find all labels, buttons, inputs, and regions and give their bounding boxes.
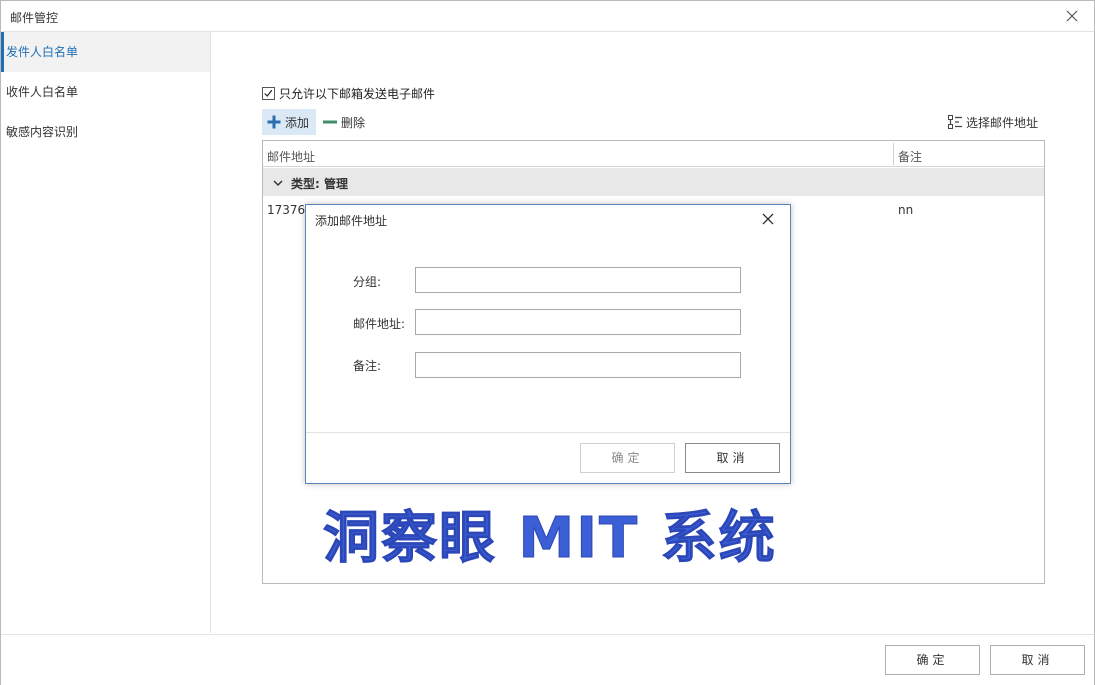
select-email-button[interactable]: 选择邮件地址 <box>947 109 1038 135</box>
sidebar-item-recipient-whitelist[interactable]: 收件人白名单 <box>1 72 210 112</box>
close-icon[interactable] <box>761 212 775 226</box>
group-field[interactable] <box>415 267 741 293</box>
title-bar: 邮件管控 <box>1 1 1094 32</box>
dialog-footer: 确定 取消 <box>306 432 790 483</box>
group-label: 类型: 管理 <box>291 177 348 191</box>
sidebar-item-sender-whitelist[interactable]: 发件人白名单 <box>1 32 210 72</box>
note-field[interactable] <box>415 352 741 378</box>
delete-button[interactable]: 删除 <box>320 109 365 135</box>
select-email-label: 选择邮件地址 <box>966 115 1039 130</box>
note-cell: nn <box>898 203 914 217</box>
email-field[interactable] <box>415 309 741 335</box>
note-field-label: 备注: <box>353 359 382 373</box>
table-header: 邮件地址 备注 <box>263 141 1044 167</box>
list-select-icon <box>948 115 962 129</box>
column-header-email[interactable]: 邮件地址 <box>267 148 315 165</box>
mail-control-window: 邮件管控 发件人白名单 收件人白名单 敏感内容识别 只允许以下邮箱发送电子邮件 <box>0 0 1095 685</box>
footer: 确定 取消 <box>1 634 1094 685</box>
watermark-text: 洞察眼 MIT 系统 <box>323 506 777 572</box>
sidebar-item-label: 敏感内容识别 <box>6 125 79 139</box>
plus-icon <box>267 115 281 129</box>
email-field-label: 邮件地址: <box>353 317 406 331</box>
add-button[interactable]: 添加 <box>262 109 316 135</box>
dialog-cancel-button[interactable]: 取消 <box>685 443 780 473</box>
only-allow-checkbox[interactable] <box>262 86 275 100</box>
sidebar-item-label: 收件人白名单 <box>6 85 79 99</box>
group-field-label: 分组: <box>353 275 382 289</box>
group-row[interactable]: 类型: 管理 <box>263 168 1044 196</box>
only-allow-option: 只允许以下邮箱发送电子邮件 <box>262 84 435 102</box>
checkmark-icon <box>264 89 273 97</box>
cancel-button[interactable]: 取消 <box>990 645 1085 675</box>
only-allow-label: 只允许以下邮箱发送电子邮件 <box>279 86 436 101</box>
dialog-ok-button[interactable]: 确定 <box>580 443 675 473</box>
add-button-label: 添加 <box>285 115 310 130</box>
close-icon[interactable] <box>1064 8 1080 24</box>
add-email-dialog: 添加邮件地址 分组: 邮件地址: 备注: 确定 取消 <box>305 204 791 484</box>
sidebar-item-label: 发件人白名单 <box>6 45 79 59</box>
column-header-note[interactable]: 备注 <box>898 148 922 165</box>
chevron-down-icon[interactable] <box>272 177 284 189</box>
dialog-title: 添加邮件地址 <box>315 214 388 228</box>
sidebar-item-sensitive-content[interactable]: 敏感内容识别 <box>1 112 210 152</box>
window-title: 邮件管控 <box>10 11 59 25</box>
minus-icon <box>323 120 337 124</box>
ok-button[interactable]: 确定 <box>885 645 980 675</box>
delete-button-label: 删除 <box>341 115 366 130</box>
column-divider[interactable] <box>893 143 894 165</box>
sidebar: 发件人白名单 收件人白名单 敏感内容识别 <box>1 32 211 633</box>
